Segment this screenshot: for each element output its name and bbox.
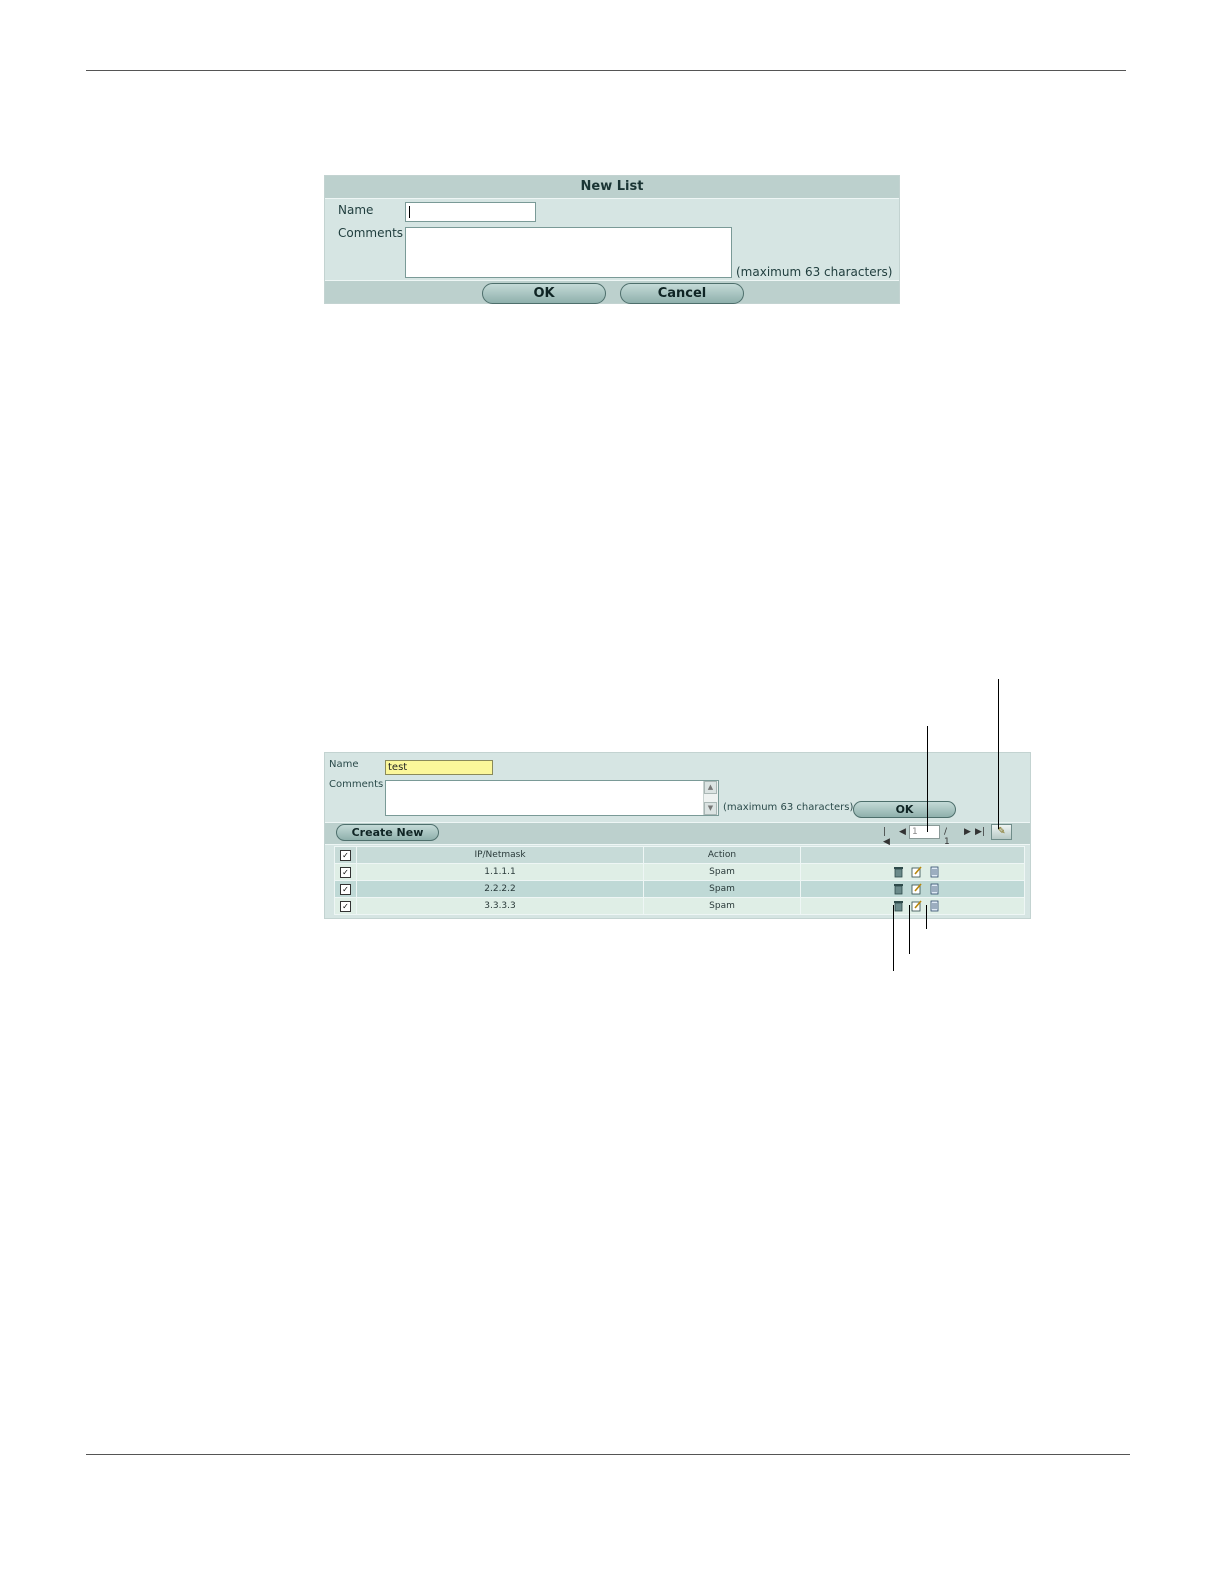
row-select-cell: ✓ bbox=[334, 897, 357, 915]
column-settings-icon[interactable]: ✎ bbox=[991, 824, 1012, 840]
trash-icon[interactable] bbox=[893, 883, 904, 895]
dialog-title: New List bbox=[325, 176, 899, 199]
edit-icon[interactable] bbox=[911, 883, 922, 895]
callout-line-insert bbox=[926, 905, 927, 929]
ok-button[interactable]: OK bbox=[853, 801, 956, 818]
table-row[interactable]: ✓ 2.2.2.2 Spam bbox=[334, 880, 1025, 898]
name-input[interactable]: test bbox=[385, 760, 493, 775]
action-cell: Spam bbox=[643, 880, 801, 898]
select-all-header: ✓ bbox=[334, 846, 357, 864]
create-new-button[interactable]: Create New bbox=[336, 824, 439, 841]
column-header-action[interactable]: Action bbox=[643, 846, 801, 864]
select-all-checkbox[interactable]: ✓ bbox=[340, 849, 351, 861]
comments-label: Comments bbox=[329, 779, 384, 790]
column-header-ip[interactable]: IP/Netmask bbox=[356, 846, 644, 864]
first-page-icon[interactable]: |◀ bbox=[883, 827, 890, 847]
table-row[interactable]: ✓ 3.3.3.3 Spam bbox=[334, 897, 1025, 915]
comments-hint: (maximum 63 characters) bbox=[736, 265, 893, 279]
scroll-up-icon[interactable]: ▲ bbox=[704, 781, 717, 794]
page-footer-rule bbox=[86, 1454, 1130, 1455]
dialog-footer bbox=[325, 280, 899, 303]
edit-icon[interactable] bbox=[911, 900, 922, 912]
comments-label: Comments bbox=[338, 226, 404, 240]
comments-textarea[interactable] bbox=[405, 227, 732, 278]
page-header-rule bbox=[86, 70, 1126, 71]
comments-scrollbar[interactable]: ▲ ▼ bbox=[703, 781, 718, 815]
callout-line-delete bbox=[893, 905, 894, 971]
scroll-down-icon[interactable]: ▼ bbox=[704, 802, 717, 815]
prev-page-icon[interactable]: ◀ bbox=[899, 827, 906, 837]
callout-line-edit bbox=[909, 905, 910, 954]
insert-icon[interactable] bbox=[929, 866, 940, 878]
text-cursor bbox=[409, 206, 410, 218]
total-pages: / 1 bbox=[944, 827, 950, 847]
name-label: Name bbox=[338, 203, 374, 217]
callout-line-page-input bbox=[927, 726, 928, 832]
last-page-icon[interactable]: ▶| bbox=[975, 827, 985, 837]
comments-hint: (maximum 63 characters) bbox=[723, 802, 854, 813]
address-table: ✓ IP/Netmask Action ✓ 1.1.1.1 Spam ✓ 2.2… bbox=[334, 846, 1025, 915]
row-select-cell: ✓ bbox=[334, 863, 357, 881]
next-page-icon[interactable]: ▶ bbox=[964, 827, 971, 837]
new-list-dialog: New List Name Comments (maximum 63 chara… bbox=[324, 175, 900, 304]
insert-icon[interactable] bbox=[929, 900, 940, 912]
ip-cell: 3.3.3.3 bbox=[356, 897, 644, 915]
trash-icon[interactable] bbox=[893, 900, 904, 912]
row-select-cell: ✓ bbox=[334, 880, 357, 898]
row-checkbox[interactable]: ✓ bbox=[340, 900, 351, 912]
row-checkbox[interactable]: ✓ bbox=[340, 883, 351, 895]
row-actions-cell bbox=[800, 863, 1025, 881]
name-label: Name bbox=[329, 759, 359, 770]
row-checkbox[interactable]: ✓ bbox=[340, 866, 351, 878]
row-actions-cell bbox=[800, 897, 1025, 915]
callout-line-column-settings bbox=[998, 679, 999, 829]
column-header-actions bbox=[800, 846, 1025, 864]
cancel-button[interactable]: Cancel bbox=[620, 283, 744, 304]
ip-cell: 2.2.2.2 bbox=[356, 880, 644, 898]
ip-cell: 1.1.1.1 bbox=[356, 863, 644, 881]
name-input[interactable] bbox=[405, 202, 536, 222]
action-cell: Spam bbox=[643, 863, 801, 881]
page-number-input[interactable]: 1 bbox=[909, 825, 940, 839]
edit-list-dialog: Name test Comments ▲ ▼ (maximum 63 chara… bbox=[324, 752, 1031, 919]
insert-icon[interactable] bbox=[929, 883, 940, 895]
ok-button[interactable]: OK bbox=[482, 283, 606, 304]
trash-icon[interactable] bbox=[893, 866, 904, 878]
edit-icon[interactable] bbox=[911, 866, 922, 878]
comments-textarea[interactable]: ▲ ▼ bbox=[385, 780, 719, 816]
row-actions-cell bbox=[800, 880, 1025, 898]
action-cell: Spam bbox=[643, 897, 801, 915]
table-row[interactable]: ✓ 1.1.1.1 Spam bbox=[334, 863, 1025, 881]
table-header-row: ✓ IP/Netmask Action bbox=[334, 846, 1025, 864]
